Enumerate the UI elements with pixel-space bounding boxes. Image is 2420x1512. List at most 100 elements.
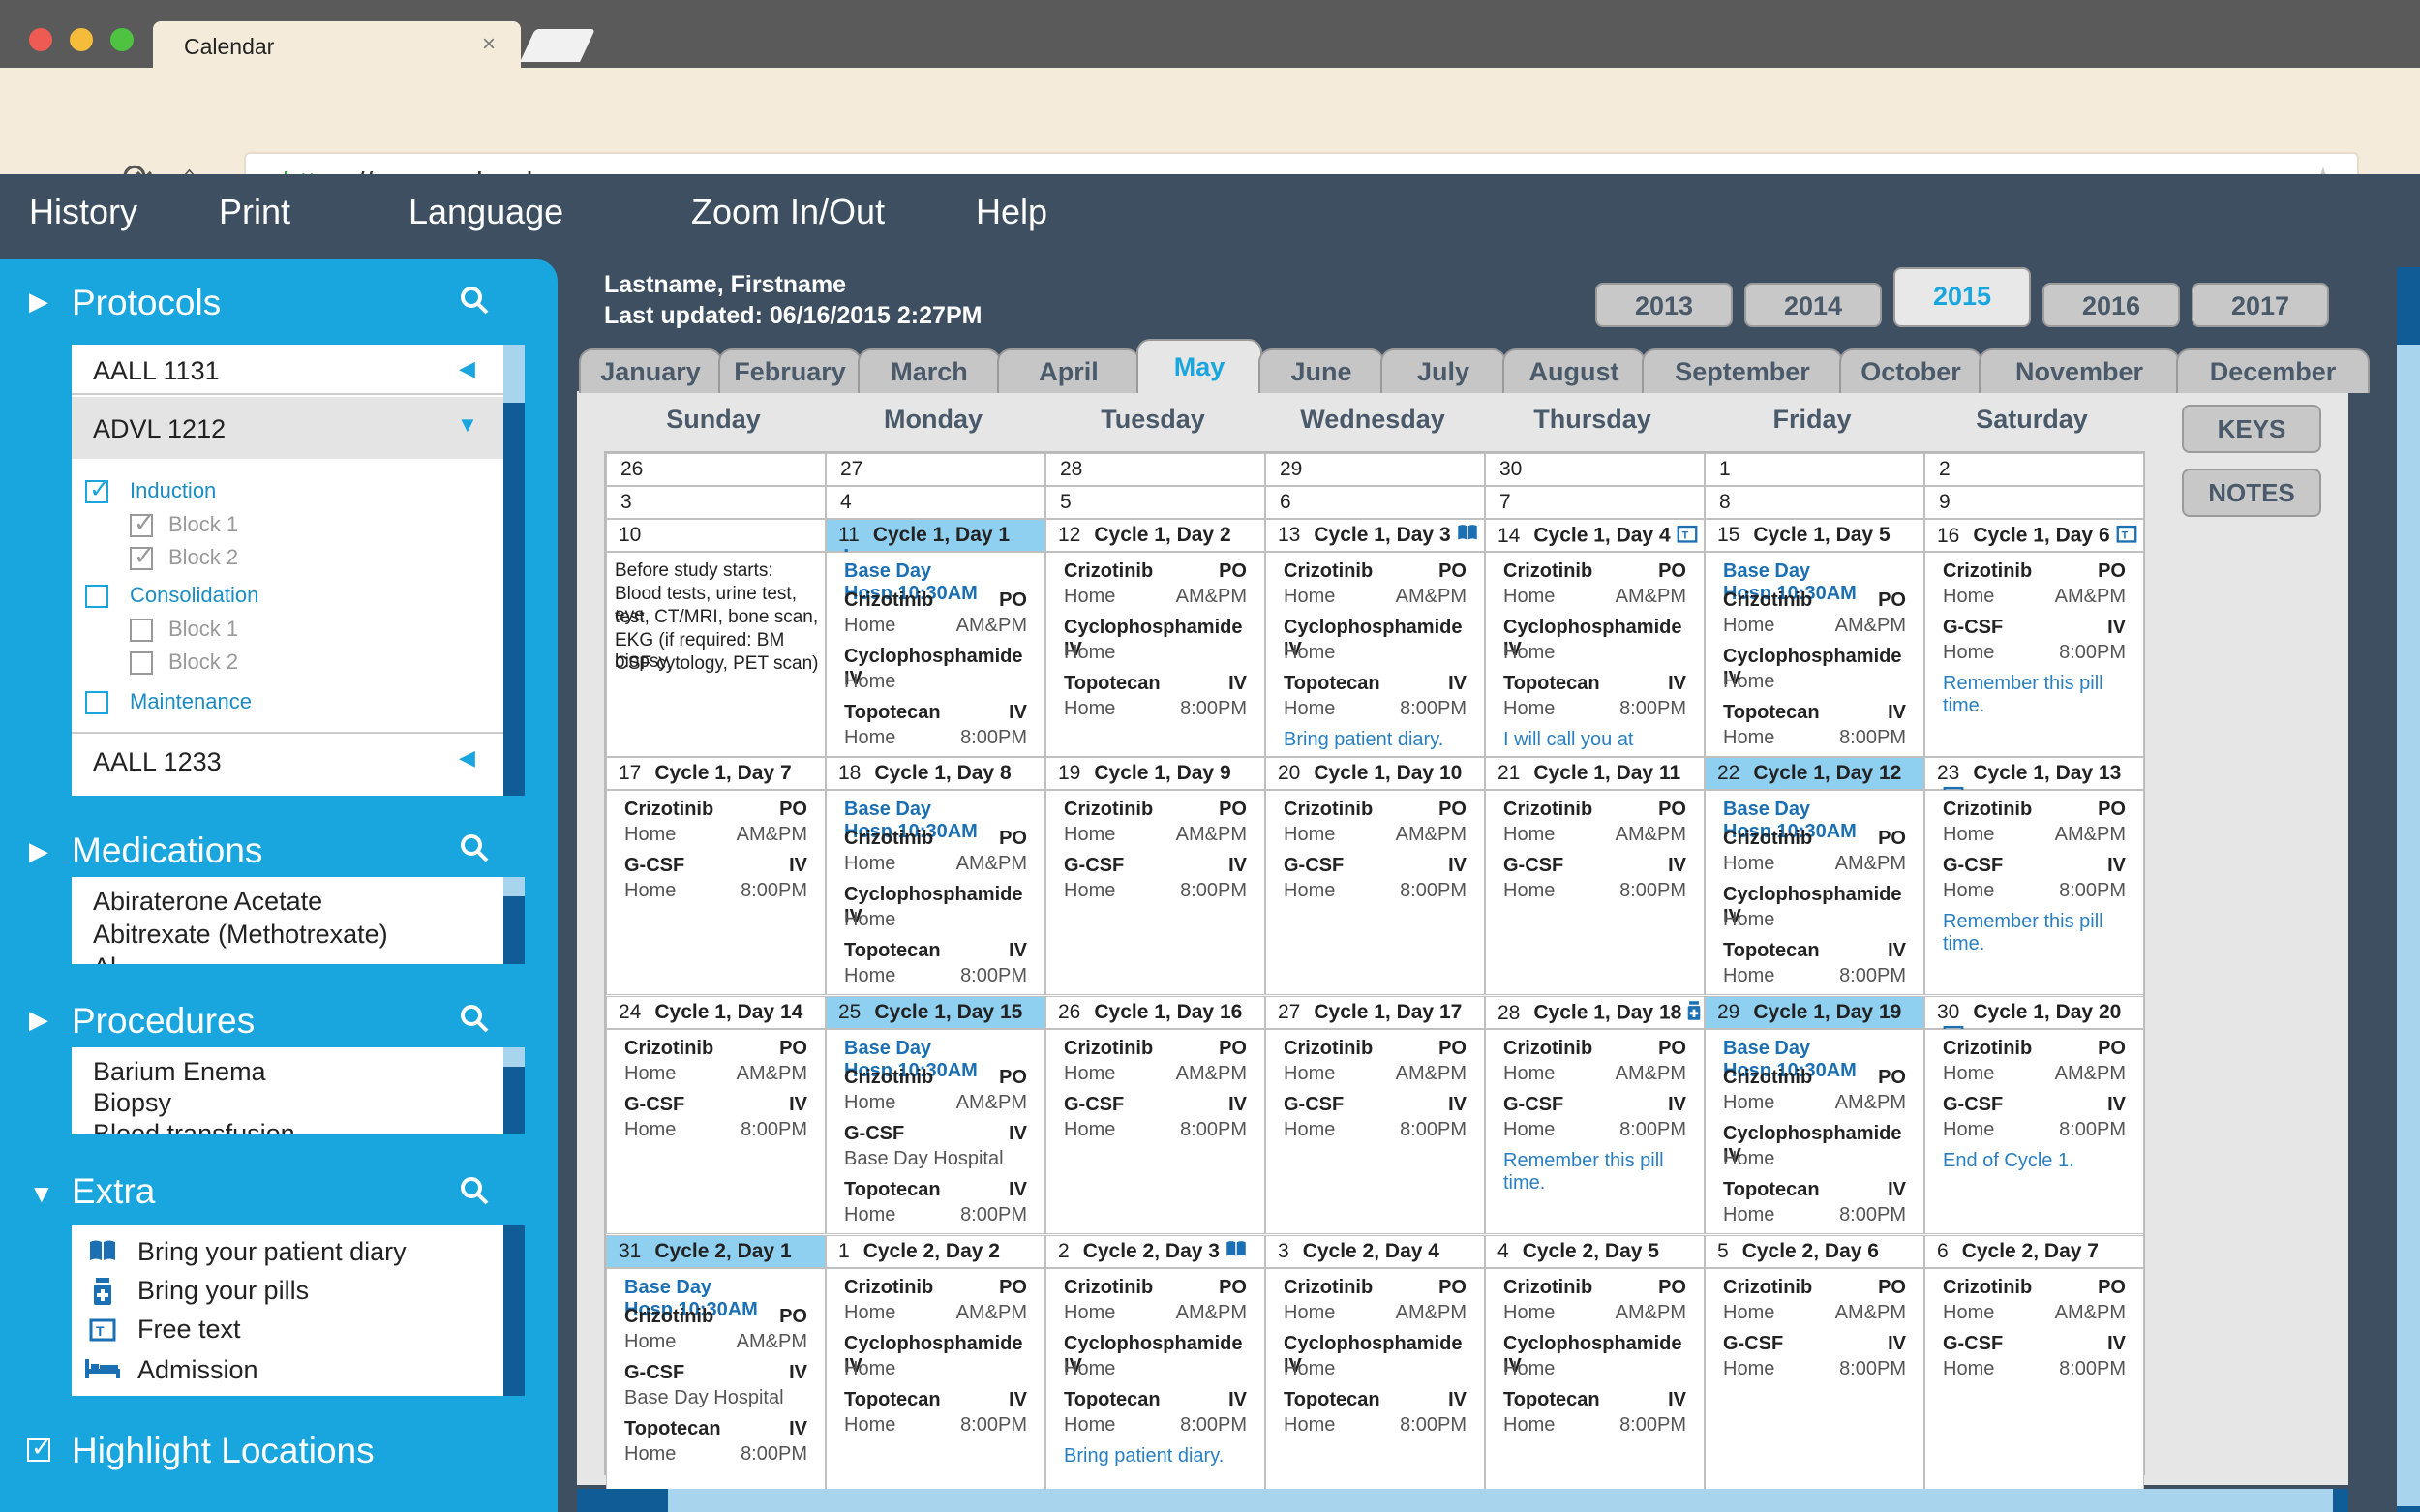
year-tab-2017[interactable]: 2017 bbox=[2192, 283, 2329, 327]
block-checkbox[interactable] bbox=[130, 619, 153, 642]
list-item[interactable]: Biopsy bbox=[93, 1088, 171, 1118]
tab-close-icon[interactable]: × bbox=[482, 31, 496, 58]
day-header[interactable]: 14 Cycle 1, Day 4 T bbox=[1485, 519, 1705, 552]
day-header[interactable]: 15 Cycle 1, Day 5 bbox=[1705, 519, 1924, 552]
year-tab-2015[interactable]: 2015 bbox=[1893, 267, 2031, 327]
browser-tab[interactable]: Calendar × bbox=[153, 21, 521, 68]
day-cell[interactable]: Crizotinib PO Home AM&PM G-CSF IV Home 8:00PM bbox=[1705, 1268, 1924, 1498]
day-header[interactable]: 25 Cycle 1, Day 15 bbox=[826, 996, 1045, 1029]
day-cell[interactable]: Crizotinib PO Home AM&PM Cyclophosphamide IV… bbox=[1485, 1268, 1705, 1498]
day-cell[interactable]: Crizotinib PO Home AM&PM Cyclophosphamide IV… bbox=[1045, 552, 1265, 757]
day-cell[interactable]: Crizotinib PO Home AM&PM G-CSF IV Home 8:00PM bbox=[606, 1029, 826, 1234]
block-checkbox[interactable]: ✓ bbox=[130, 508, 155, 537]
scrollbar[interactable] bbox=[503, 877, 525, 964]
day-cell[interactable]: Crizotinib PO Home AM&PM G-CSF IV Home 8:00PM bbox=[606, 790, 826, 995]
day-cell[interactable]: Crizotinib PO Home AM&PM Cyclophosphamide IV… bbox=[1265, 552, 1485, 757]
block-checkbox[interactable] bbox=[130, 651, 153, 675]
scrollbar[interactable] bbox=[503, 1047, 525, 1134]
day-cell[interactable]: Crizotinib PO Home AM&PM G-CSF IV Home 8:00PM bbox=[1045, 790, 1265, 995]
search-icon[interactable] bbox=[459, 832, 490, 863]
day-header[interactable]: 12 Cycle 1, Day 2 bbox=[1045, 519, 1265, 552]
year-tab-2014[interactable]: 2014 bbox=[1744, 283, 1882, 327]
day-header[interactable]: 18 Cycle 1, Day 8 bbox=[826, 757, 1045, 790]
list-item[interactable]: Bring your patient diary bbox=[137, 1237, 407, 1267]
list-item[interactable]: Abiraterone Acetate bbox=[93, 887, 322, 917]
day-cell[interactable]: Crizotinib PO Home AM&PM G-CSF IV Home 8:00PM bbox=[1045, 1029, 1265, 1234]
highlight-locations-checkbox[interactable]: ✓ bbox=[27, 1433, 52, 1462]
year-tab-2016[interactable]: 2016 bbox=[2042, 283, 2180, 327]
tab-june[interactable]: June bbox=[1258, 348, 1384, 393]
day-header[interactable]: 30Cycle 1, Day 20T bbox=[1924, 996, 2144, 1043]
day-cell[interactable]: 6 bbox=[1265, 486, 1485, 519]
list-item[interactable]: Abitrexate (Methotrexate) bbox=[93, 920, 388, 950]
search-icon[interactable] bbox=[459, 285, 490, 316]
day-header[interactable]: 1 Cycle 2, Day 2 bbox=[826, 1235, 1045, 1268]
scrollbar[interactable] bbox=[503, 345, 525, 796]
day-header[interactable]: 16 Cycle 1, Day 6 T bbox=[1924, 519, 2144, 552]
day-cell[interactable]: Base Day Hosp.10:30AM Crizotinib PO Home AM&… bbox=[826, 1029, 1045, 1234]
list-item[interactable]: Barium Enema bbox=[93, 1057, 266, 1087]
day-cell[interactable]: 30 bbox=[1485, 453, 1705, 486]
list-item[interactable]: Free text bbox=[137, 1315, 241, 1345]
day-cell[interactable]: Crizotinib PO Home AM&PM G-CSF IV Home 8:00PM bbox=[1265, 790, 1485, 995]
consolidation-checkbox[interactable] bbox=[85, 585, 108, 608]
day-cell[interactable]: 8 bbox=[1705, 486, 1924, 519]
maximize-window-button[interactable] bbox=[110, 28, 134, 51]
list-item[interactable]: Al bbox=[93, 953, 116, 964]
day-cell[interactable]: Base Day Hosp.10:30AM Crizotinib PO Home AM&… bbox=[826, 790, 1045, 995]
day-header[interactable]: 17 Cycle 1, Day 7 bbox=[606, 757, 826, 790]
collapse-arrow-icon[interactable]: ▼ bbox=[29, 1179, 54, 1209]
expand-arrow-icon[interactable]: ▼ bbox=[457, 412, 478, 438]
list-item[interactable]: Blood transfusion bbox=[93, 1119, 295, 1134]
search-icon[interactable] bbox=[459, 1003, 490, 1034]
day-cell[interactable]: 7 bbox=[1485, 486, 1705, 519]
menu-language[interactable]: Language bbox=[408, 192, 563, 232]
day-cell[interactable]: Crizotinib PO Home AM&PM Cyclophosphamide IV… bbox=[826, 1268, 1045, 1498]
tab-october[interactable]: October bbox=[1839, 348, 1982, 393]
day-header[interactable]: 31 Cycle 2, Day 1 bbox=[606, 1235, 826, 1268]
day-header[interactable]: 27 Cycle 1, Day 17 bbox=[1265, 996, 1485, 1029]
day-cell[interactable]: Crizotinib PO Home AM&PM Cyclophosphamide IV… bbox=[1485, 552, 1705, 772]
day-cell[interactable]: Crizotinib PO Home AM&PM G-CSF IV Home 8:00PM En… bbox=[1924, 1029, 2144, 1234]
day-cell[interactable]: 4 bbox=[826, 486, 1045, 519]
tab-july[interactable]: July bbox=[1380, 348, 1506, 393]
expand-arrow-icon[interactable]: ▶ bbox=[29, 287, 48, 317]
horizontal-scrollbar[interactable] bbox=[577, 1489, 2348, 1512]
day-header[interactable]: 26 Cycle 1, Day 16 bbox=[1045, 996, 1265, 1029]
menu-history[interactable]: History bbox=[29, 192, 137, 232]
tab-december[interactable]: December bbox=[2176, 348, 2370, 393]
day-cell[interactable]: 1 bbox=[1705, 453, 1924, 486]
menu-print[interactable]: Print bbox=[219, 192, 290, 232]
day-cell[interactable]: Crizotinib PO Home AM&PM Cyclophosphamide IV… bbox=[1045, 1268, 1265, 1498]
day-header[interactable]: 19 Cycle 1, Day 9 bbox=[1045, 757, 1265, 790]
day-cell[interactable]: Base Day Hosp.10:30AM Crizotinib PO Home AM&… bbox=[1705, 552, 1924, 757]
day-cell[interactable]: Crizotinib PO Home AM&PM G-CSF IV Home 8:00PM bbox=[1265, 1029, 1485, 1234]
scrollbar[interactable] bbox=[503, 1225, 525, 1396]
day-header[interactable]: 5 Cycle 2, Day 6 bbox=[1705, 1235, 1924, 1268]
day-cell[interactable]: Before study starts: Blood tests, urine t… bbox=[606, 552, 826, 757]
collapse-arrow-icon[interactable]: ◀ bbox=[459, 356, 475, 381]
list-item[interactable]: Admission bbox=[137, 1355, 258, 1385]
day-header[interactable]: 2 Cycle 2, Day 3 bbox=[1045, 1235, 1265, 1268]
list-item[interactable]: Bring your pills bbox=[137, 1276, 309, 1306]
induction-checkbox[interactable]: ✓ bbox=[85, 474, 110, 503]
day-cell[interactable]: Crizotinib PO Home AM&PM G-CSF IV Home 8:00PM Re… bbox=[1924, 790, 2144, 995]
day-header[interactable]: 21 Cycle 1, Day 11 bbox=[1485, 757, 1705, 790]
day-cell[interactable]: Crizotinib PO Home AM&PM G-CSF IV Home 8:00PM bbox=[1485, 790, 1705, 995]
day-header[interactable]: 24 Cycle 1, Day 14 bbox=[606, 996, 826, 1029]
day-header[interactable]: 4 Cycle 2, Day 5 bbox=[1485, 1235, 1705, 1268]
expand-arrow-icon[interactable]: ▶ bbox=[29, 836, 48, 866]
day-header[interactable]: 6 Cycle 2, Day 7 bbox=[1924, 1235, 2144, 1268]
year-tab-2013[interactable]: 2013 bbox=[1595, 283, 1733, 327]
day-header[interactable]: 23Cycle 1, Day 13T bbox=[1924, 757, 2144, 804]
day-cell[interactable]: 29 bbox=[1265, 453, 1485, 486]
day-cell[interactable]: Crizotinib PO Home AM&PM G-CSF IV Home 8:00PM bbox=[1924, 1268, 2144, 1498]
day-cell[interactable]: 5 bbox=[1045, 486, 1265, 519]
new-tab-button[interactable] bbox=[520, 29, 595, 62]
collapse-arrow-icon[interactable]: ◀ bbox=[459, 745, 475, 771]
notes-button[interactable]: NOTES bbox=[2182, 469, 2321, 517]
day-header[interactable]: 11 Cycle 1, Day 1 bbox=[826, 519, 1045, 565]
list-item[interactable]: AALL 1233 ◀ bbox=[72, 732, 503, 796]
day-header[interactable]: 10 bbox=[606, 519, 826, 552]
tab-august[interactable]: August bbox=[1502, 348, 1646, 393]
